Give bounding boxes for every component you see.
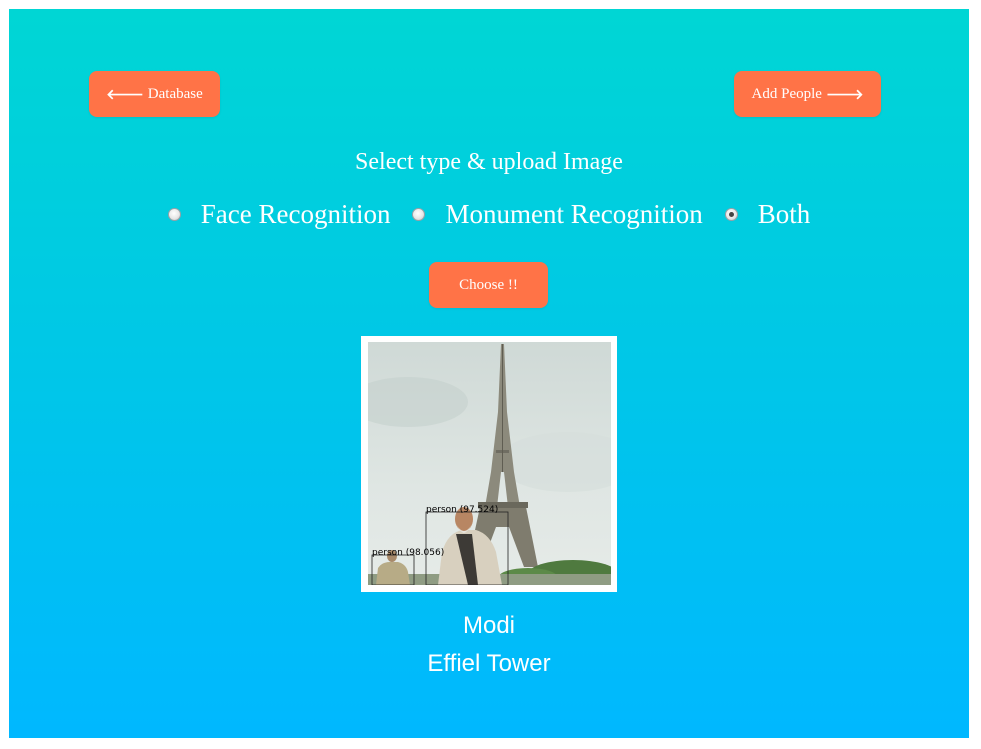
main-panel: 🡐 Database Add People 🡒 Select type & up… [9, 9, 969, 738]
option-both[interactable]: Both [724, 199, 811, 230]
choose-file-button[interactable]: Choose !! [429, 262, 548, 308]
option-monument-recognition[interactable]: Monument Recognition [412, 199, 703, 230]
option-label: Monument Recognition [445, 199, 703, 229]
recognition-type-group: Face Recognition Monument Recognition Bo… [9, 199, 969, 230]
detection-label: person (98.056) [372, 548, 444, 558]
uploaded-image: person (97.524) person (98.056) [368, 342, 611, 585]
arrow-left-icon: 🡐 [106, 86, 144, 103]
database-button[interactable]: 🡐 Database [89, 71, 220, 117]
detection-label: person (97.524) [426, 505, 498, 515]
face-result: Modi [462, 612, 516, 639]
option-label: Both [757, 199, 811, 229]
monument-result: Effiel Tower [427, 650, 551, 677]
add-people-button-label: Add People [751, 85, 822, 102]
radio-both[interactable] [724, 208, 738, 221]
arrow-right-icon: 🡒 [825, 86, 864, 103]
radio-face-recognition[interactable] [167, 208, 181, 221]
radio-monument-recognition[interactable] [412, 208, 426, 221]
add-people-button[interactable]: Add People 🡒 [734, 71, 881, 117]
database-button-label: Database [147, 85, 203, 102]
page-title: Select type & upload Image [355, 149, 623, 175]
option-face-recognition[interactable]: Face Recognition [167, 199, 391, 230]
option-label: Face Recognition [200, 199, 391, 229]
uploaded-image-frame: person (97.524) person (98.056) [361, 336, 617, 592]
